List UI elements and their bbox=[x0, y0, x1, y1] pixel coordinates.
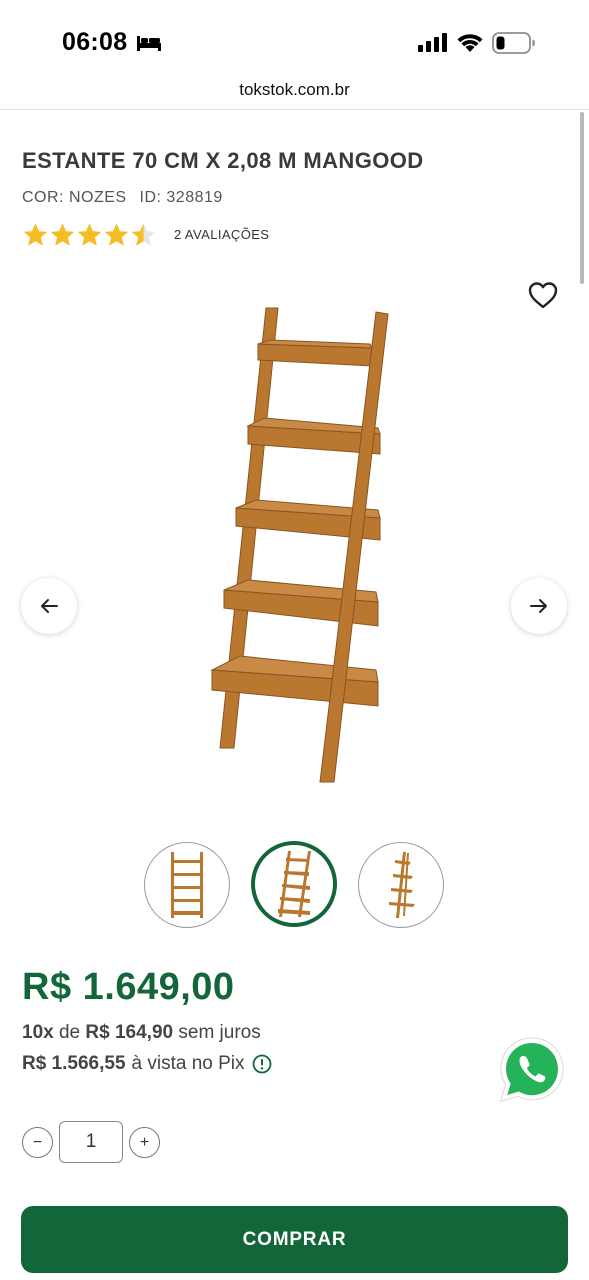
buy-button[interactable]: COMPRAR bbox=[21, 1206, 568, 1273]
installment-value: R$ 164,90 bbox=[85, 1022, 174, 1043]
product-image-ladder-shelf bbox=[210, 307, 389, 783]
carousel-prev-button[interactable] bbox=[21, 578, 77, 634]
product-id: ID: 328819 bbox=[139, 189, 223, 206]
installments-count: 10x bbox=[22, 1022, 54, 1043]
info-icon[interactable] bbox=[252, 1054, 272, 1074]
battery-icon bbox=[492, 32, 535, 54]
thumbnail-image bbox=[171, 852, 203, 918]
star-icon bbox=[77, 223, 102, 246]
whatsapp-icon[interactable] bbox=[496, 1034, 568, 1106]
bed-icon bbox=[137, 36, 161, 51]
thumbnail-1[interactable] bbox=[144, 842, 230, 928]
divider bbox=[0, 109, 589, 110]
product-meta: COR: NOZES ID: 328819 bbox=[22, 189, 231, 207]
installments-de: de bbox=[58, 1022, 81, 1043]
product-color: COR: NOZES bbox=[22, 189, 127, 206]
star-icon bbox=[131, 223, 156, 246]
quantity-input[interactable] bbox=[59, 1121, 123, 1163]
carousel-next-button[interactable] bbox=[511, 578, 567, 634]
signal-icon bbox=[418, 33, 447, 52]
product-title: ESTANTE 70 CM X 2,08 M MANGOOD bbox=[22, 148, 424, 173]
installments-suffix: sem juros bbox=[178, 1022, 261, 1043]
thumbnail-2[interactable] bbox=[251, 841, 337, 927]
address-bar[interactable]: tokstok.com.br bbox=[0, 80, 589, 110]
pix-price-info: R$ 1.566,55 à vista no Pix bbox=[22, 1053, 272, 1075]
thumbnail-3[interactable] bbox=[358, 842, 444, 928]
wifi-icon bbox=[457, 34, 483, 52]
quantity-decrease-button[interactable]: − bbox=[22, 1127, 53, 1158]
status-time: 06:08 bbox=[62, 28, 128, 56]
installments-info: 10x de R$ 164,90 sem juros bbox=[22, 1022, 261, 1044]
quantity-increase-button[interactable]: + bbox=[129, 1127, 160, 1158]
star-icon bbox=[104, 223, 129, 246]
stars-container bbox=[22, 222, 157, 248]
pix-price: R$ 1.566,55 bbox=[22, 1053, 126, 1074]
reviews-link[interactable]: 2 AVALIAÇÕES bbox=[174, 227, 269, 242]
favorite-heart-icon[interactable] bbox=[527, 280, 559, 310]
scrollbar[interactable] bbox=[580, 112, 584, 284]
pix-suffix: à vista no Pix bbox=[131, 1053, 245, 1074]
star-icon bbox=[50, 223, 75, 246]
thumbnail-image bbox=[278, 851, 311, 917]
thumbnail-image bbox=[389, 852, 415, 918]
status-bar: 06:08 bbox=[0, 0, 589, 80]
url-text: tokstok.com.br bbox=[239, 80, 350, 99]
star-icon bbox=[23, 223, 48, 246]
arrow-right-icon bbox=[530, 599, 547, 613]
rating-stars[interactable] bbox=[22, 222, 157, 248]
arrow-left-icon bbox=[41, 599, 58, 613]
product-price: R$ 1.649,00 bbox=[22, 966, 235, 1008]
